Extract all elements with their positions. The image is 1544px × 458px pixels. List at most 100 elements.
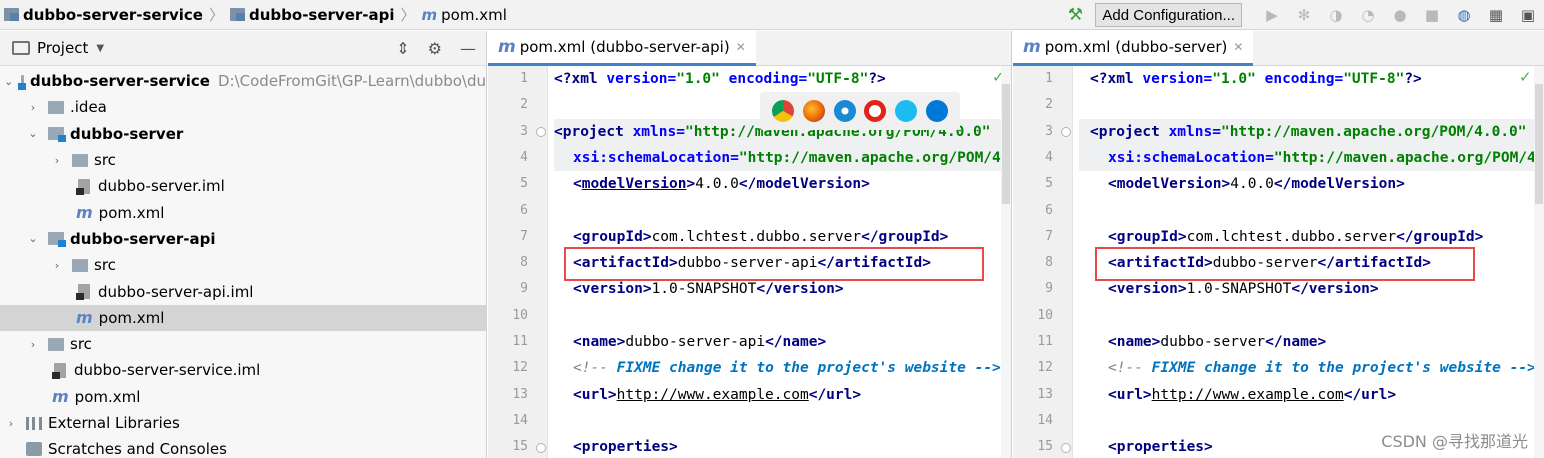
debug-icon[interactable]: ✻ (1293, 4, 1315, 26)
scrollbar[interactable] (1534, 66, 1544, 458)
tree-item-scratches[interactable]: Scratches and Consoles (0, 436, 486, 458)
breadcrumb-separator: 〉 (400, 6, 416, 24)
chevron-down-icon[interactable]: ⌄ (26, 127, 40, 140)
chevron-right-icon[interactable]: › (26, 338, 40, 351)
project-structure-icon[interactable]: ▦ (1485, 4, 1507, 26)
ie-icon[interactable] (894, 100, 917, 122)
opera-icon[interactable] (864, 100, 887, 122)
tree-item-src[interactable]: › src (0, 331, 486, 357)
editor-right: m pom.xml (dubbo-server) ✕ 1 2 3 4 5 6 7… (1013, 31, 1544, 458)
chrome-icon[interactable] (772, 100, 795, 122)
breadcrumb-item-file[interactable]: m pom.xml (422, 6, 507, 24)
tree-item-label: pom.xml (98, 203, 165, 222)
maven-icon: m (76, 308, 93, 328)
chevron-right-icon[interactable]: › (50, 259, 64, 272)
code-line-3: <project xmlns="http://maven.apache.org/… (1090, 123, 1527, 140)
attach-icon[interactable]: ● (1389, 4, 1411, 26)
editor-tab-label: pom.xml (dubbo-server) (1044, 38, 1228, 56)
fold-marker-icon[interactable] (536, 443, 546, 453)
tree-item-dubbo-server[interactable]: ⌄ dubbo-server (0, 121, 486, 147)
tree-item-iml[interactable]: dubbo-server-service.iml (0, 357, 486, 383)
scrollbar-thumb[interactable] (1002, 84, 1010, 204)
chevron-right-icon[interactable]: › (26, 101, 40, 114)
tree-item-iml[interactable]: dubbo-server-api.iml (0, 278, 486, 304)
code-line-11: <name>dubbo-server</name> (1108, 334, 1327, 350)
tree-item-path: D:\CodeFromGit\GP-Learn\dubbo\du (217, 72, 486, 91)
firefox-icon[interactable] (802, 100, 825, 122)
line-number: 3 (520, 123, 528, 139)
close-icon[interactable]: ✕ (736, 40, 746, 54)
code-line-13: <url>http://www.example.com</url> (573, 386, 862, 403)
code-line-5: <modelVersion>4.0.0</modelVersion> (573, 176, 870, 193)
tree-item-label: pom.xml (98, 308, 165, 327)
tree-item-dubbo-server-service[interactable]: ⌄ dubbo-server-service D:\CodeFromGit\GP… (0, 68, 486, 94)
editor-tab-bar: m pom.xml (dubbo-server-api) ✕ (488, 31, 1011, 66)
editor-tab[interactable]: m pom.xml (dubbo-server-api) ✕ (488, 31, 756, 66)
fold-marker-icon[interactable] (1061, 127, 1071, 137)
collapse-all-icon[interactable]: ⇕ (396, 39, 409, 58)
stop-icon[interactable]: ■ (1421, 4, 1443, 26)
line-number: 4 (1045, 149, 1053, 165)
code-line-1: <?xml version="1.0" encoding="UTF-8"?> (554, 71, 886, 87)
tree-item-src[interactable]: › src (0, 147, 486, 173)
module-folder-icon (48, 127, 66, 143)
code-line-13: <url>http://www.example.com</url> (1108, 386, 1397, 403)
folder-icon (72, 153, 88, 167)
line-number: 3 (1045, 123, 1053, 139)
chevron-down-icon[interactable]: ⌄ (4, 75, 13, 88)
breadcrumb-item-module[interactable]: dubbo-server-api (230, 6, 395, 24)
watermark: CSDN @寻找那道光 (1381, 432, 1528, 451)
library-icon (26, 416, 42, 430)
tree-item-label: Scratches and Consoles (48, 440, 227, 458)
gear-icon[interactable]: ⚙ (428, 39, 442, 58)
close-icon[interactable]: ✕ (1233, 40, 1243, 54)
line-number: 2 (520, 97, 528, 113)
add-configuration-button[interactable]: Add Configuration... (1095, 3, 1242, 27)
hammer-icon[interactable]: ⚒ (1064, 4, 1086, 26)
run-icon[interactable]: ▶ (1261, 4, 1283, 26)
fold-marker-icon[interactable] (1061, 443, 1071, 453)
line-number: 13 (1037, 386, 1053, 402)
tree-item-iml[interactable]: dubbo-server.iml (0, 173, 486, 199)
chevron-right-icon[interactable]: › (4, 417, 18, 430)
tree-item-pom-selected[interactable]: m pom.xml (0, 304, 486, 331)
coverage-icon[interactable]: ◑ (1325, 4, 1347, 26)
fold-marker-icon[interactable] (536, 127, 546, 137)
maven-icon: m (1023, 37, 1041, 57)
layout-icon[interactable]: ▣ (1517, 4, 1539, 26)
edge-icon[interactable] (925, 100, 948, 122)
profile-icon[interactable]: ◔ (1357, 4, 1379, 26)
chevron-down-icon[interactable]: ⌄ (26, 232, 40, 245)
line-number: 8 (1045, 255, 1053, 271)
project-tree: ⌄ dubbo-server-service D:\CodeFromGit\GP… (0, 66, 486, 458)
scrollbar-thumb[interactable] (1535, 84, 1543, 204)
line-number: 7 (1045, 228, 1053, 244)
browser-popup (760, 92, 960, 130)
project-panel: Project ▼ ⇕ ⚙ — ⌄ dubbo-server-service D… (0, 31, 487, 458)
tree-item-src[interactable]: › src (0, 252, 486, 278)
chevron-down-icon[interactable]: ▼ (96, 43, 104, 54)
tree-item-label: dubbo-server-service.iml (74, 361, 261, 380)
line-number: 7 (520, 228, 528, 244)
tree-item-pom[interactable]: m pom.xml (0, 199, 486, 225)
code-line-4: xsi:schemaLocation="http://maven.apache.… (1108, 149, 1544, 166)
search-icon[interactable]: ◍ (1453, 4, 1475, 26)
maven-icon: m (52, 387, 69, 407)
hide-icon[interactable]: — (460, 39, 476, 58)
line-number: 11 (1037, 334, 1053, 349)
breadcrumb-item-project[interactable]: dubbo-server-service (4, 6, 203, 24)
tree-item-dubbo-server-api[interactable]: ⌄ dubbo-server-api (0, 226, 486, 252)
maven-icon: m (421, 5, 438, 24)
editor-tab[interactable]: m pom.xml (dubbo-server) ✕ (1013, 31, 1254, 66)
tree-item-external-libraries[interactable]: › External Libraries (0, 410, 486, 436)
safari-icon[interactable] (833, 100, 856, 122)
project-panel-title[interactable]: Project (37, 39, 88, 57)
tree-item-pom[interactable]: m pom.xml (0, 384, 486, 410)
chevron-right-icon[interactable]: › (50, 154, 64, 167)
project-panel-header: Project ▼ ⇕ ⚙ — (0, 31, 486, 66)
line-number: 12 (1037, 360, 1053, 376)
tree-item-idea[interactable]: › .idea (0, 94, 486, 120)
folder-icon (48, 337, 64, 351)
line-number: 9 (1045, 281, 1053, 297)
scrollbar[interactable] (1001, 66, 1011, 458)
